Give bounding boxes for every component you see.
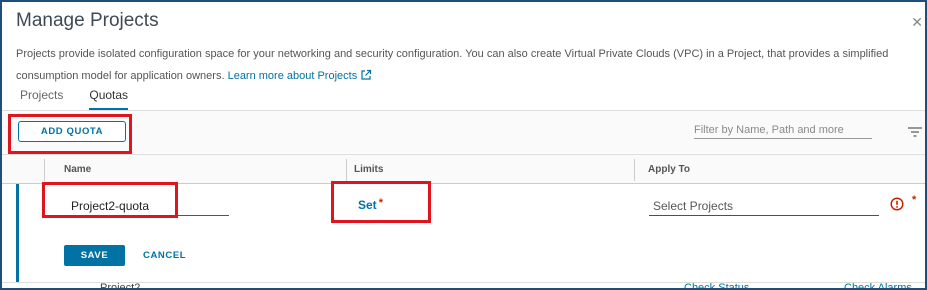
quota-toolbar: ADD QUOTA — [2, 111, 925, 153]
tab-projects[interactable]: Projects — [20, 88, 63, 110]
error-icon — [890, 197, 904, 216]
filter-icon[interactable] — [907, 125, 923, 143]
column-divider[interactable] — [346, 159, 347, 181]
required-marker: * — [912, 194, 917, 206]
external-link-icon[interactable] — [360, 67, 372, 89]
set-limits-link[interactable]: Set * — [358, 197, 383, 212]
project-name: Project2 — [100, 282, 141, 290]
cancel-button[interactable]: CANCEL — [143, 245, 186, 266]
table-header: Name Limits Apply To — [2, 154, 925, 184]
column-header-limits: Limits — [354, 164, 384, 175]
select-projects-input[interactable] — [649, 196, 879, 216]
learn-more-link[interactable]: Learn more about Projects — [228, 70, 358, 82]
add-quota-button[interactable]: ADD QUOTA — [18, 121, 126, 142]
quota-edit-row: Set* * SAVE CANCEL — [16, 184, 925, 282]
filter-input[interactable] — [694, 121, 872, 139]
dialog-title: Manage Projects — [16, 10, 159, 31]
tab-bar: Projects Quotas — [20, 88, 129, 110]
set-limits-label[interactable]: Set — [358, 198, 377, 212]
save-button[interactable]: SAVE — [64, 245, 125, 266]
description-text: Projects provide isolated configuration … — [16, 48, 889, 82]
tab-quotas[interactable]: Quotas — [89, 88, 129, 110]
column-header-apply-to: Apply To — [648, 164, 691, 175]
dialog-description: Projects provide isolated configuration … — [16, 43, 896, 89]
column-header-name: Name — [64, 164, 92, 175]
required-marker: * — [378, 197, 383, 209]
manage-projects-dialog: Manage Projects ✕ Projects provide isola… — [0, 0, 927, 290]
check-alarms-link[interactable]: Check Alarms — [844, 283, 912, 288]
check-status-link[interactable]: Check Status — [684, 283, 749, 288]
table-row[interactable]: Project2 Check Status Check Alarms — [2, 282, 925, 290]
close-icon[interactable]: ✕ — [911, 14, 923, 31]
column-divider — [44, 159, 45, 181]
quota-name-input[interactable] — [69, 196, 229, 216]
column-divider[interactable] — [634, 159, 635, 181]
